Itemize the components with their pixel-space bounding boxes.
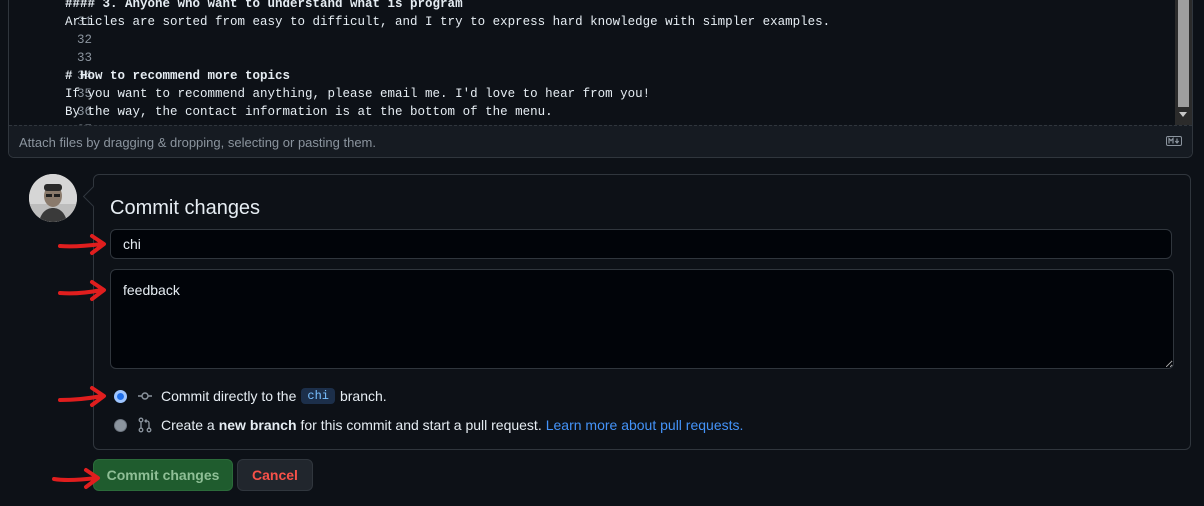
- avatar-photo: [29, 174, 77, 222]
- new-branch-prefix: Create a: [161, 417, 215, 433]
- commit-summary-input[interactable]: [110, 229, 1172, 259]
- scroll-down-icon[interactable]: [1179, 112, 1187, 117]
- code-line: 32 Articles are sorted from easy to diff…: [9, 13, 830, 47]
- avatar[interactable]: [29, 174, 77, 222]
- editor-scrollbar[interactable]: [1175, 0, 1192, 125]
- code-line: 31 #### 3. Anyone who want to understand…: [9, 0, 463, 29]
- git-commit-icon: [138, 392, 152, 400]
- code-line: 34: [9, 49, 92, 83]
- code-area[interactable]: 31 #### 3. Anyone who want to understand…: [9, 0, 1175, 125]
- git-pull-request-icon: [138, 417, 152, 433]
- line-text: Articles are sorted from easy to difficu…: [65, 15, 831, 29]
- new-branch-bold: new branch: [218, 417, 297, 433]
- annotation-arrow-icon: [58, 280, 106, 301]
- commit-form-title: Commit changes: [110, 197, 261, 219]
- commit-direct-option[interactable]: Commit directly to the chi branch.: [114, 386, 387, 406]
- annotation-arrow-icon: [58, 386, 106, 407]
- box-caret: [82, 185, 105, 208]
- line-text: If you want to recommend anything, pleas…: [65, 87, 651, 101]
- markdown-icon: [1166, 136, 1182, 146]
- code-line: 37 By the way, the contact information i…: [9, 103, 553, 125]
- line-text: # How to recommend more topics: [65, 69, 291, 83]
- new-branch-suffix: for this commit and start a pull request…: [300, 417, 542, 433]
- commit-direct-suffix: branch.: [339, 388, 387, 404]
- annotation-arrow-icon: [58, 234, 106, 255]
- file-editor: 31 #### 3. Anyone who want to understand…: [8, 0, 1193, 158]
- commit-description-textarea[interactable]: feedback: [110, 269, 1174, 369]
- attach-files-bar[interactable]: Attach files by dragging & dropping, sel…: [9, 125, 1192, 157]
- branch-name-badge: chi: [301, 388, 335, 404]
- line-text: By the way, the contact information is a…: [65, 105, 553, 119]
- code-line: 35 # How to recommend more topics: [9, 67, 290, 101]
- commit-direct-radio[interactable]: [114, 389, 127, 403]
- commit-direct-label: Commit directly to the: [161, 388, 297, 404]
- annotation-arrow-icon: [52, 468, 100, 489]
- new-branch-option[interactable]: Create a new branch for this commit and …: [114, 415, 743, 435]
- commit-form: Commit changes feedback Commit directly …: [82, 174, 1191, 450]
- cancel-button[interactable]: Cancel: [237, 459, 313, 491]
- scrollbar-thumb[interactable]: [1178, 0, 1189, 107]
- code-line: 36 If you want to recommend anything, pl…: [9, 85, 650, 119]
- line-text: #### 3. Anyone who want to understand wh…: [65, 0, 463, 11]
- attach-files-text: Attach files by dragging & dropping, sel…: [19, 135, 376, 150]
- new-branch-radio[interactable]: [114, 418, 127, 432]
- commit-changes-button[interactable]: Commit changes: [93, 459, 233, 491]
- learn-more-link[interactable]: Learn more about pull requests.: [546, 417, 744, 433]
- code-line: 33: [9, 31, 92, 65]
